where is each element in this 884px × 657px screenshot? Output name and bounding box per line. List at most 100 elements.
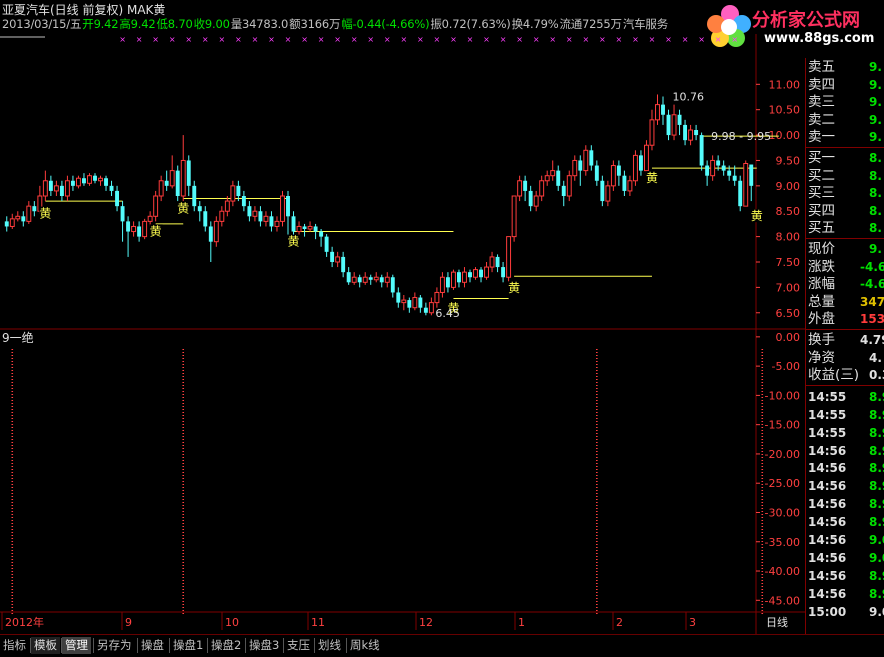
candle-body: [694, 130, 699, 136]
candle-body: [511, 195, 517, 238]
tab-separator: [137, 638, 138, 653]
signal-cross-mark: ×: [185, 35, 192, 44]
candle-body: [655, 104, 660, 121]
candle-body: [175, 170, 180, 196]
candle-body: [330, 251, 335, 262]
signal-cross-mark: ×: [252, 35, 259, 44]
tab-separator: [30, 638, 31, 653]
quote-info-item: 换4.79%: [511, 17, 559, 31]
x-axis-label: 2: [616, 616, 623, 629]
quote-info-item: 高9.42: [119, 17, 156, 31]
trade-row: 14:55 8.9: [805, 424, 884, 442]
chart-header: 亚夏汽车(日线 前复权) MAK黄 2013/03/15/五开9.42高9.42…: [0, 0, 700, 34]
candle-body: [450, 271, 456, 288]
candle-body: [180, 159, 186, 197]
tab-7[interactable]: 操盘2: [208, 637, 244, 654]
tab-11[interactable]: 周k线: [347, 637, 383, 654]
candle-body: [528, 190, 533, 207]
tab-separator: [245, 638, 246, 653]
indicator-tick-label: -35.00: [765, 536, 800, 549]
trade-time: 14:56: [808, 461, 847, 476]
tab-separator: [93, 638, 94, 653]
candle-body: [556, 170, 561, 186]
candle-body: [164, 180, 169, 186]
trade-time: 14:55: [808, 425, 847, 440]
trade-time: 14:56: [808, 550, 847, 565]
price-tick-label: 9.50: [776, 154, 801, 167]
candle-body: [373, 276, 379, 281]
candle-body: [583, 149, 589, 172]
candle-body: [649, 119, 655, 146]
quote-row-value: 9.: [869, 242, 882, 256]
candle-body: [749, 164, 754, 186]
signal-cross-mark: ×: [483, 35, 490, 44]
candle-body: [286, 196, 290, 217]
x-axis-label: 1: [518, 616, 525, 629]
candle-body: [263, 215, 269, 222]
candle-body: [671, 114, 677, 136]
quote-row: 涨幅 -4.6: [805, 275, 884, 293]
x-axis-label: 10: [225, 616, 239, 629]
kline-chart[interactable]: × × × × × × × × × × × × × × × × × × × × × × × × × × × × × × × × × × × × × ×11…: [0, 34, 805, 634]
tab-2[interactable]: 模板: [31, 637, 60, 654]
candle-body: [82, 178, 86, 184]
indicator-tick-label: -30.00: [765, 506, 800, 519]
indicator-tick-label: -25.00: [765, 477, 800, 490]
signal-cross-mark: ×: [599, 35, 606, 44]
quote-row: 卖二 9.: [805, 111, 884, 129]
price-tick-label: 9.00: [776, 180, 801, 193]
trade-row: 14:56 9.0: [805, 549, 884, 567]
signal-cross-mark: ×: [119, 35, 126, 44]
signal-cross-mark: ×: [434, 35, 441, 44]
quote-row-value: 347: [860, 294, 884, 309]
candle-body: [721, 165, 726, 171]
candle-body: [169, 170, 175, 187]
quote-row-value: 8.: [869, 221, 882, 236]
tab-3[interactable]: 管理: [62, 637, 91, 654]
price-tick-label: 10.50: [769, 104, 801, 117]
signal-cross-mark: ×: [467, 35, 474, 44]
quote-row-value: -4.6: [860, 259, 884, 274]
candle-body: [109, 185, 114, 191]
signal-cross-mark: ×: [351, 35, 358, 44]
candle-body: [313, 226, 318, 232]
indicator-tick-label: -15.00: [765, 419, 800, 432]
tab-6[interactable]: 操盘1: [170, 637, 206, 654]
trade-price: 8.9: [869, 389, 884, 404]
candle-body: [115, 190, 120, 207]
tab-1[interactable]: 指标: [0, 637, 29, 654]
candle-body: [743, 163, 749, 207]
candle-body: [484, 266, 489, 278]
quote-row-value: 153: [860, 312, 884, 327]
candle-body: [64, 180, 70, 197]
tab-8[interactable]: 操盘3: [246, 637, 282, 654]
quote-row: 外盘 153: [805, 310, 884, 328]
candle-body: [396, 292, 401, 303]
signal-cross-mark: ×: [417, 35, 424, 44]
signal-cross-mark: ×: [632, 35, 639, 44]
candle-body: [710, 159, 716, 177]
candle-body: [501, 267, 506, 278]
tab-10[interactable]: 划线: [315, 637, 344, 654]
tab-4[interactable]: 另存为: [94, 637, 135, 654]
candle-body: [186, 160, 191, 186]
trade-price: 8.9: [869, 586, 884, 601]
quote-row-value: 8.: [869, 203, 882, 218]
trade-row: 15:00 9.0: [805, 603, 884, 621]
trade-time: 14:56: [808, 586, 847, 601]
marker-label: 黄: [751, 209, 763, 223]
quote-info-line: 2013/03/15/五开9.42高9.42低8.70收9.00量34783.0…: [2, 16, 669, 32]
candle-body: [307, 225, 313, 230]
trade-time: 15:00: [808, 604, 847, 619]
marker-label: 黄: [39, 207, 51, 221]
candle-body: [428, 302, 434, 314]
marker-label: 黄: [288, 235, 300, 249]
period-label: 日线: [766, 615, 788, 629]
price-annotation: 6.45: [435, 307, 460, 320]
candle-body: [489, 256, 495, 268]
tab-9[interactable]: 支压: [284, 637, 313, 654]
indicator-title: 9一绝: [2, 330, 34, 345]
candle-body: [683, 124, 688, 141]
candle-body: [319, 231, 324, 237]
tab-5[interactable]: 操盘: [138, 637, 167, 654]
